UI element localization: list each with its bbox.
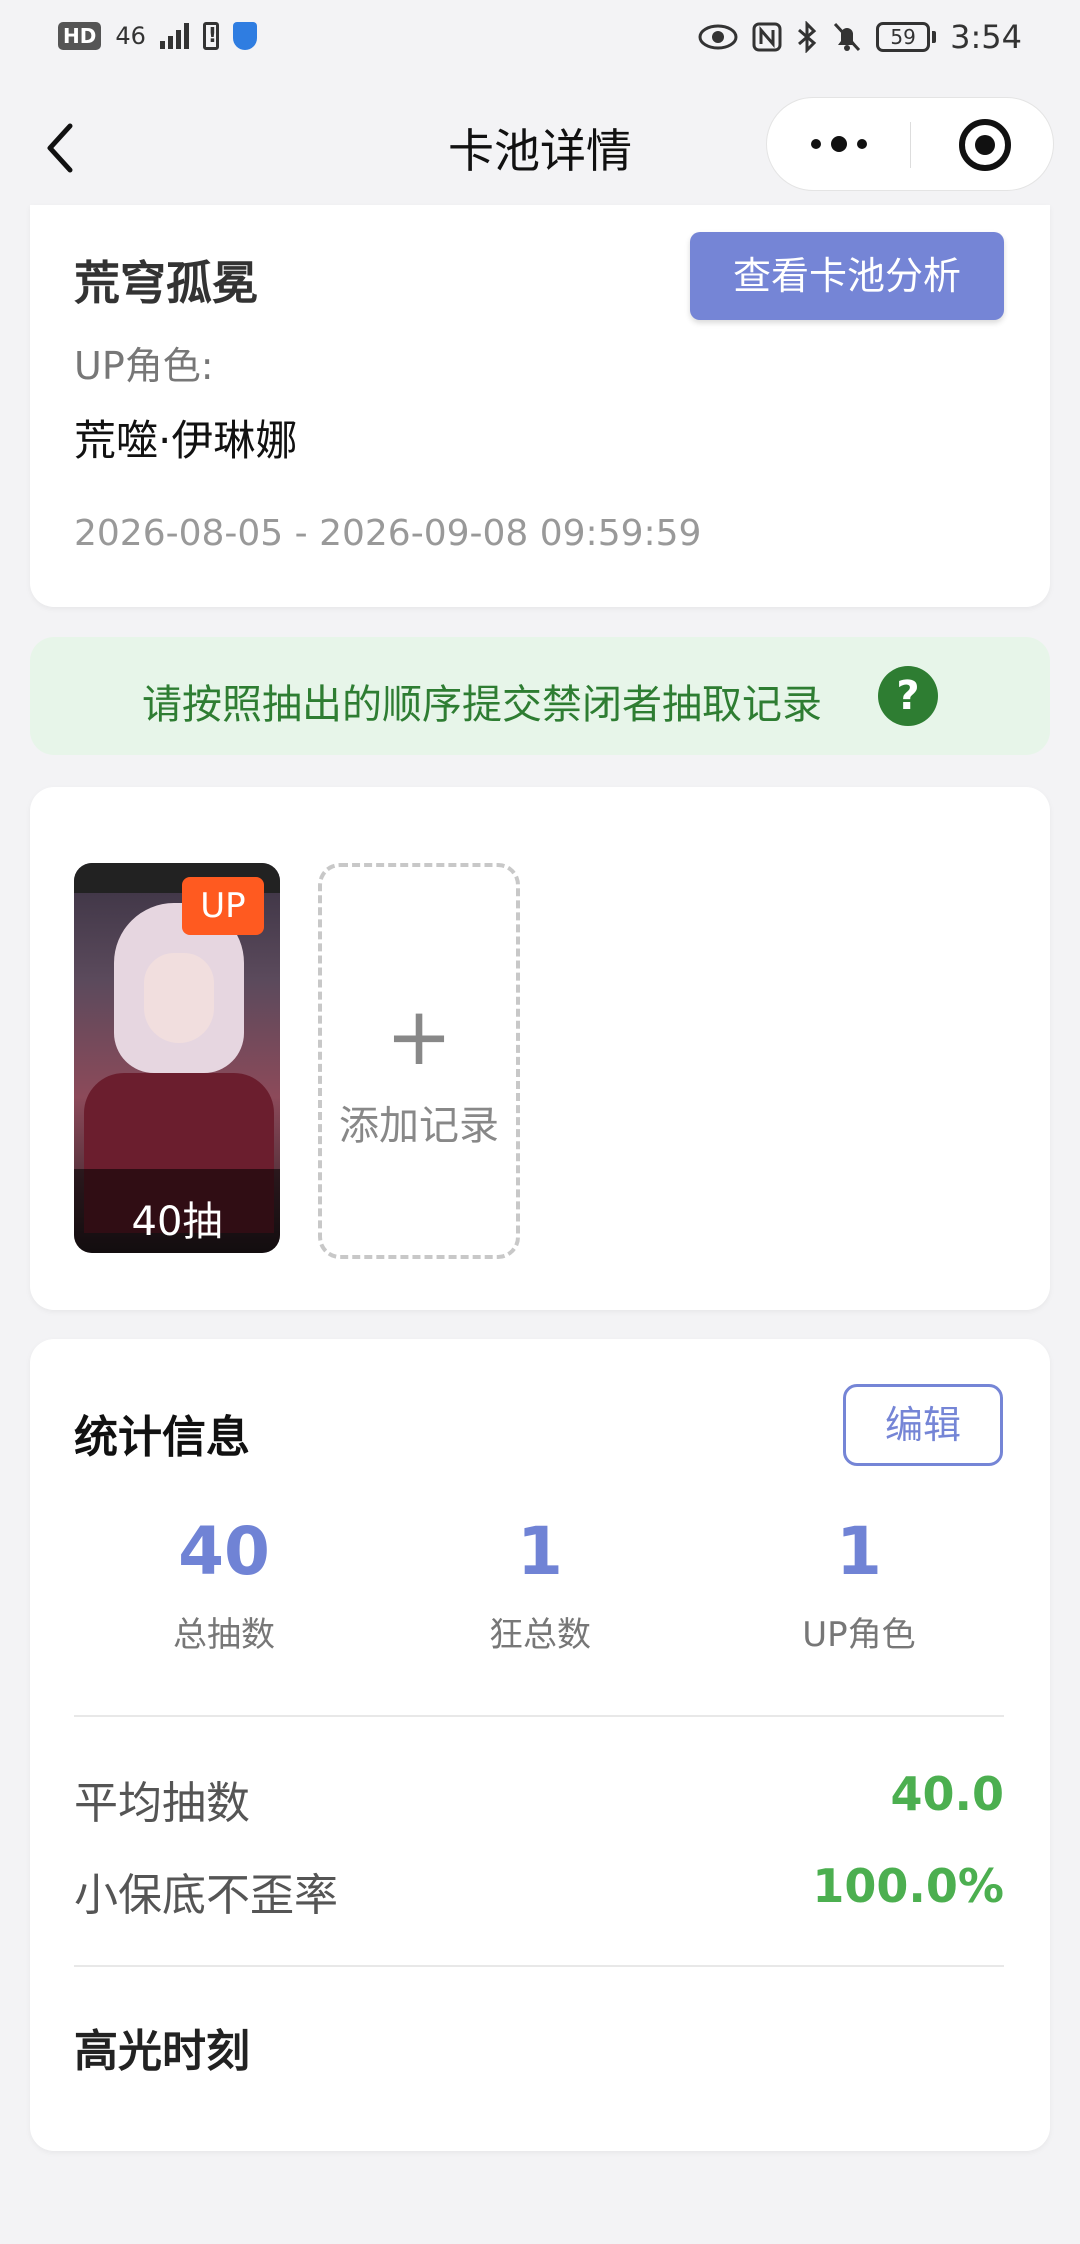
edit-button[interactable]: 编辑 bbox=[843, 1384, 1003, 1466]
shield-icon bbox=[232, 22, 257, 50]
statistics-card: 统计信息 编辑 40 总抽数 1 狂总数 1 UP角色 平均抽数 40.0 小保… bbox=[30, 1339, 1050, 2151]
view-pool-analysis-button[interactable]: 查看卡池分析 bbox=[690, 232, 1004, 320]
signal-icon bbox=[159, 23, 189, 49]
record-card[interactable]: UP 40抽 bbox=[74, 863, 280, 1253]
up-character-name: 荒噬·伊琳娜 bbox=[74, 416, 298, 465]
navigation-bar: 卡池详情 bbox=[0, 80, 1080, 210]
close-miniprogram-icon[interactable] bbox=[959, 119, 1011, 171]
battery-level: 59 bbox=[890, 25, 916, 49]
win-rate-value: 100.0% bbox=[812, 1859, 1004, 1913]
more-options-icon[interactable] bbox=[811, 136, 867, 152]
plus-icon: + bbox=[385, 990, 453, 1083]
pool-info-card: 荒穹孤冕 查看卡池分析 UP角色: 荒噬·伊琳娜 2026-08-05 - 20… bbox=[30, 205, 1050, 607]
divider bbox=[74, 1965, 1004, 1967]
stat-total-pulls: 40 总抽数 bbox=[74, 1517, 374, 1656]
status-left: HD 46 bbox=[58, 22, 257, 50]
mini-program-capsule bbox=[766, 97, 1054, 191]
add-record-label: 添加记录 bbox=[339, 1103, 499, 1149]
records-card: UP 40抽 + 添加记录 bbox=[30, 787, 1050, 1310]
divider bbox=[74, 1715, 1004, 1717]
stat-value: 1 bbox=[517, 1513, 563, 1590]
average-pulls-label: 平均抽数 bbox=[74, 1778, 250, 1829]
battery-icon: 59 bbox=[876, 22, 937, 52]
stat-label: UP角色 bbox=[802, 1615, 916, 1655]
capsule-divider bbox=[910, 122, 911, 168]
pool-date-range: 2026-08-05 - 2026-09-08 09:59:59 bbox=[74, 513, 702, 554]
bluetooth-icon bbox=[798, 21, 817, 53]
stat-value: 40 bbox=[178, 1513, 270, 1590]
nfc-icon bbox=[752, 22, 782, 52]
status-right: 59 3:54 bbox=[698, 18, 1022, 56]
stat-label: 总抽数 bbox=[173, 1615, 275, 1655]
stat-up-characters: 1 UP角色 bbox=[709, 1517, 1009, 1656]
statistics-title: 统计信息 bbox=[74, 1412, 250, 1463]
pool-name: 荒穹孤冕 bbox=[74, 256, 258, 310]
battery-warning-icon bbox=[202, 22, 219, 50]
win-rate-label: 小保底不歪率 bbox=[74, 1870, 338, 1921]
highlight-moments-title: 高光时刻 bbox=[74, 2026, 250, 2077]
up-character-label: UP角色: bbox=[74, 344, 214, 388]
help-icon[interactable]: ? bbox=[878, 666, 938, 726]
mute-bell-icon bbox=[834, 22, 861, 52]
up-badge: UP bbox=[182, 877, 264, 935]
status-time: 3:54 bbox=[950, 18, 1022, 56]
network-type-label: 46 bbox=[115, 22, 146, 50]
status-bar: HD 46 59 3:54 bbox=[0, 0, 1080, 80]
stat-label: 狂总数 bbox=[489, 1615, 591, 1655]
notice-text: 请按照抽出的顺序提交禁闭者抽取记录 bbox=[142, 682, 822, 728]
stat-total-kuang: 1 狂总数 bbox=[390, 1517, 690, 1656]
add-record-button[interactable]: + 添加记录 bbox=[318, 863, 520, 1259]
average-pulls-value: 40.0 bbox=[890, 1767, 1005, 1821]
eye-icon bbox=[698, 24, 738, 50]
pull-count-label: 40抽 bbox=[131, 1199, 223, 1245]
stat-value: 1 bbox=[836, 1513, 882, 1590]
submission-notice: 请按照抽出的顺序提交禁闭者抽取记录 ? bbox=[30, 637, 1050, 755]
hd-icon: HD bbox=[58, 22, 102, 50]
